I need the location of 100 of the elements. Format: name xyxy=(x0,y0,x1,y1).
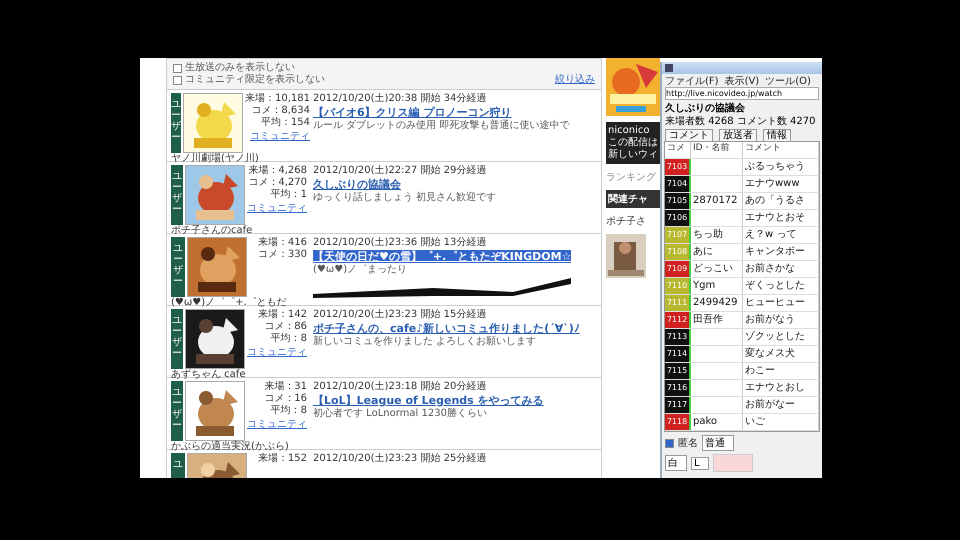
user-badge: ユーザー xyxy=(171,309,183,369)
stream-info: 来場者数 4268 コメント数 4270 xyxy=(664,116,816,128)
user-id-cell: pako xyxy=(691,414,743,430)
stream-title-link[interactable]: 久しぶりの協議会 xyxy=(313,178,401,191)
app-icon xyxy=(665,64,673,72)
comment-cell: いご xyxy=(743,414,819,430)
stat-text: 平均：1 xyxy=(270,189,307,201)
size-select[interactable]: 普通 xyxy=(702,435,734,451)
filter-label: 生放送のみを表示しない xyxy=(185,62,295,74)
user-id-cell: どっこい xyxy=(691,261,743,277)
stream-title-link[interactable]: ポチ子さんの、cafe♪新しいコミュ作りました(´∀`)ﾉ xyxy=(313,322,580,335)
date-text: 2012/10/20(土)22:27 開始 29分経過 xyxy=(313,165,488,177)
user-id-cell: あに xyxy=(691,244,743,260)
user-badge: ユーザー xyxy=(171,165,183,225)
author-text: ヤノ川劇場(ヤノ川) xyxy=(171,153,260,164)
date-text: 2012/10/20(土)23:36 開始 13分経過 xyxy=(313,237,488,249)
comment-cell: ゾクッとした xyxy=(743,329,819,345)
stat-text: 平均：8 xyxy=(270,405,307,417)
comment-cell: え？w って xyxy=(743,227,819,243)
user-id-cell: 田吾作 xyxy=(691,312,743,328)
author-text: ポチ子さんのcafe xyxy=(171,225,254,237)
description-text: 初心者です LoLnormal 1230勝くらい xyxy=(313,408,488,420)
community-link[interactable]: コミュニティ xyxy=(250,129,310,143)
comment-cell: わこー xyxy=(743,363,819,379)
tab[interactable]: 情報 xyxy=(763,128,791,140)
comment-number: 7107 xyxy=(665,227,691,243)
position-select[interactable]: L xyxy=(691,456,709,470)
comment-cell: エナウとおそ xyxy=(743,210,819,226)
comment-number: 7117 xyxy=(665,397,691,413)
user-id-cell: ちっ助 xyxy=(691,227,743,243)
comment-number: 7113 xyxy=(665,329,691,345)
stat-text: 来場：142 xyxy=(258,309,307,321)
comment-number: 7105 xyxy=(665,193,691,209)
stat-text: 来場：31 xyxy=(264,381,307,393)
user-badge: ユ xyxy=(171,453,185,478)
description-text: ルール ダブレットのみ使用 即死攻撃も普通に使い途中で xyxy=(313,120,570,132)
description-text: ゆっくり話しましょう 初見さん歓迎です xyxy=(313,192,498,204)
checkbox[interactable] xyxy=(665,438,674,448)
comment-cell: キャンタボー xyxy=(743,244,819,260)
filter-link[interactable]: 絞り込み xyxy=(555,72,595,86)
notice-text: niconico xyxy=(608,125,650,137)
comment-cell: エナウとおし xyxy=(743,380,819,396)
checkbox[interactable] xyxy=(173,64,182,72)
comment-number: 7112 xyxy=(665,312,691,328)
stat-text: 来場：416 xyxy=(258,237,307,249)
comment-cell: お前がなー xyxy=(743,397,819,413)
filter-label: コミュニティ限定を表示しない xyxy=(185,74,325,86)
menu-item[interactable]: ファイル(F) xyxy=(665,74,719,88)
comment-input[interactable] xyxy=(712,454,753,472)
column-header: ID・名前 xyxy=(691,142,743,158)
tab[interactable]: 放送者 xyxy=(719,128,757,140)
description-text: 新しいコミュを作りました よろしくお願いします xyxy=(313,336,538,348)
comment-number: 7108 xyxy=(665,244,691,260)
stream-title-link[interactable]: 【天使の日だ♥の雪】゜+.゜ともたぞKINGDOM☆ xyxy=(313,250,572,263)
menu-item[interactable]: ツール(O) xyxy=(765,74,811,88)
community-link[interactable]: コミュニティ xyxy=(247,201,307,215)
author-text: (♥ω♥)ノ゛゜+.゜ともだ xyxy=(171,297,288,308)
comment-number: 7116 xyxy=(665,380,691,396)
stream-title-link[interactable]: 【バイオ6】クリス編 プロノーコン狩り xyxy=(313,106,512,119)
section-heading: 関連チャ xyxy=(606,190,660,208)
comment-number: 7118 xyxy=(665,414,691,430)
color-select[interactable]: 白 xyxy=(665,455,687,471)
checkbox[interactable] xyxy=(173,76,182,84)
stat-text: コメ：86 xyxy=(264,321,307,333)
related-text: ポチ子さ xyxy=(606,215,647,228)
author-text: かぶらの適当実況(かぶら) xyxy=(171,441,290,452)
comment-number: 7106 xyxy=(665,210,691,226)
comment-number: 7110 xyxy=(665,278,691,294)
date-text: 2012/10/20(土)23:23 開始 25分経過 xyxy=(313,453,488,465)
tab[interactable]: コメント xyxy=(665,128,713,140)
stream-title: 久しぶりの協議会 xyxy=(664,101,746,116)
comment-number: 7104 xyxy=(665,176,691,192)
stat-text: 平均：8 xyxy=(270,333,307,345)
stream-title-link[interactable]: 【LoL】League of Legends をやってみる xyxy=(313,394,544,407)
stat-text: 来場：152 xyxy=(258,453,307,465)
url-field[interactable]: http://live.nicovideo.jp/watch xyxy=(665,87,819,100)
comment-number: 7115 xyxy=(665,363,691,379)
comment-number: 7111 xyxy=(665,295,691,311)
user-id-cell: 2870172 xyxy=(691,193,743,209)
author-text: あずちゃん cafe xyxy=(171,369,246,381)
comment-cell: ヒューヒュー xyxy=(743,295,819,311)
date-text: 2012/10/20(土)23:23 開始 15分経過 xyxy=(313,309,488,321)
stat-text: コメ：330 xyxy=(258,249,307,261)
comment-cell: エナウwww xyxy=(743,176,819,192)
menu-item[interactable]: 表示(V) xyxy=(724,74,760,88)
comment-cell: ぞくっとした xyxy=(743,278,819,294)
date-text: 2012/10/20(土)20:38 開始 34分経過 xyxy=(313,93,488,105)
community-link[interactable]: コミュニティ xyxy=(247,417,307,431)
comment-cell: お前さかな xyxy=(743,261,819,277)
community-link[interactable]: コミュニティ xyxy=(247,345,307,359)
date-text: 2012/10/20(土)23:18 開始 20分経過 xyxy=(313,381,488,393)
user-badge: ユーザー xyxy=(171,237,185,297)
comment-cell: あの「うるさ xyxy=(743,193,819,209)
user-badge: ユーザー xyxy=(171,381,183,441)
comment-number: 7114 xyxy=(665,346,691,362)
stat-text: コメ：4,270 xyxy=(248,177,307,189)
notice-text: この配信は xyxy=(608,137,658,148)
comment-cell: 変なメス犬 xyxy=(743,346,819,362)
ranking-text: ランキング xyxy=(606,171,657,184)
stat-text: コメ：8,634 xyxy=(251,105,310,117)
